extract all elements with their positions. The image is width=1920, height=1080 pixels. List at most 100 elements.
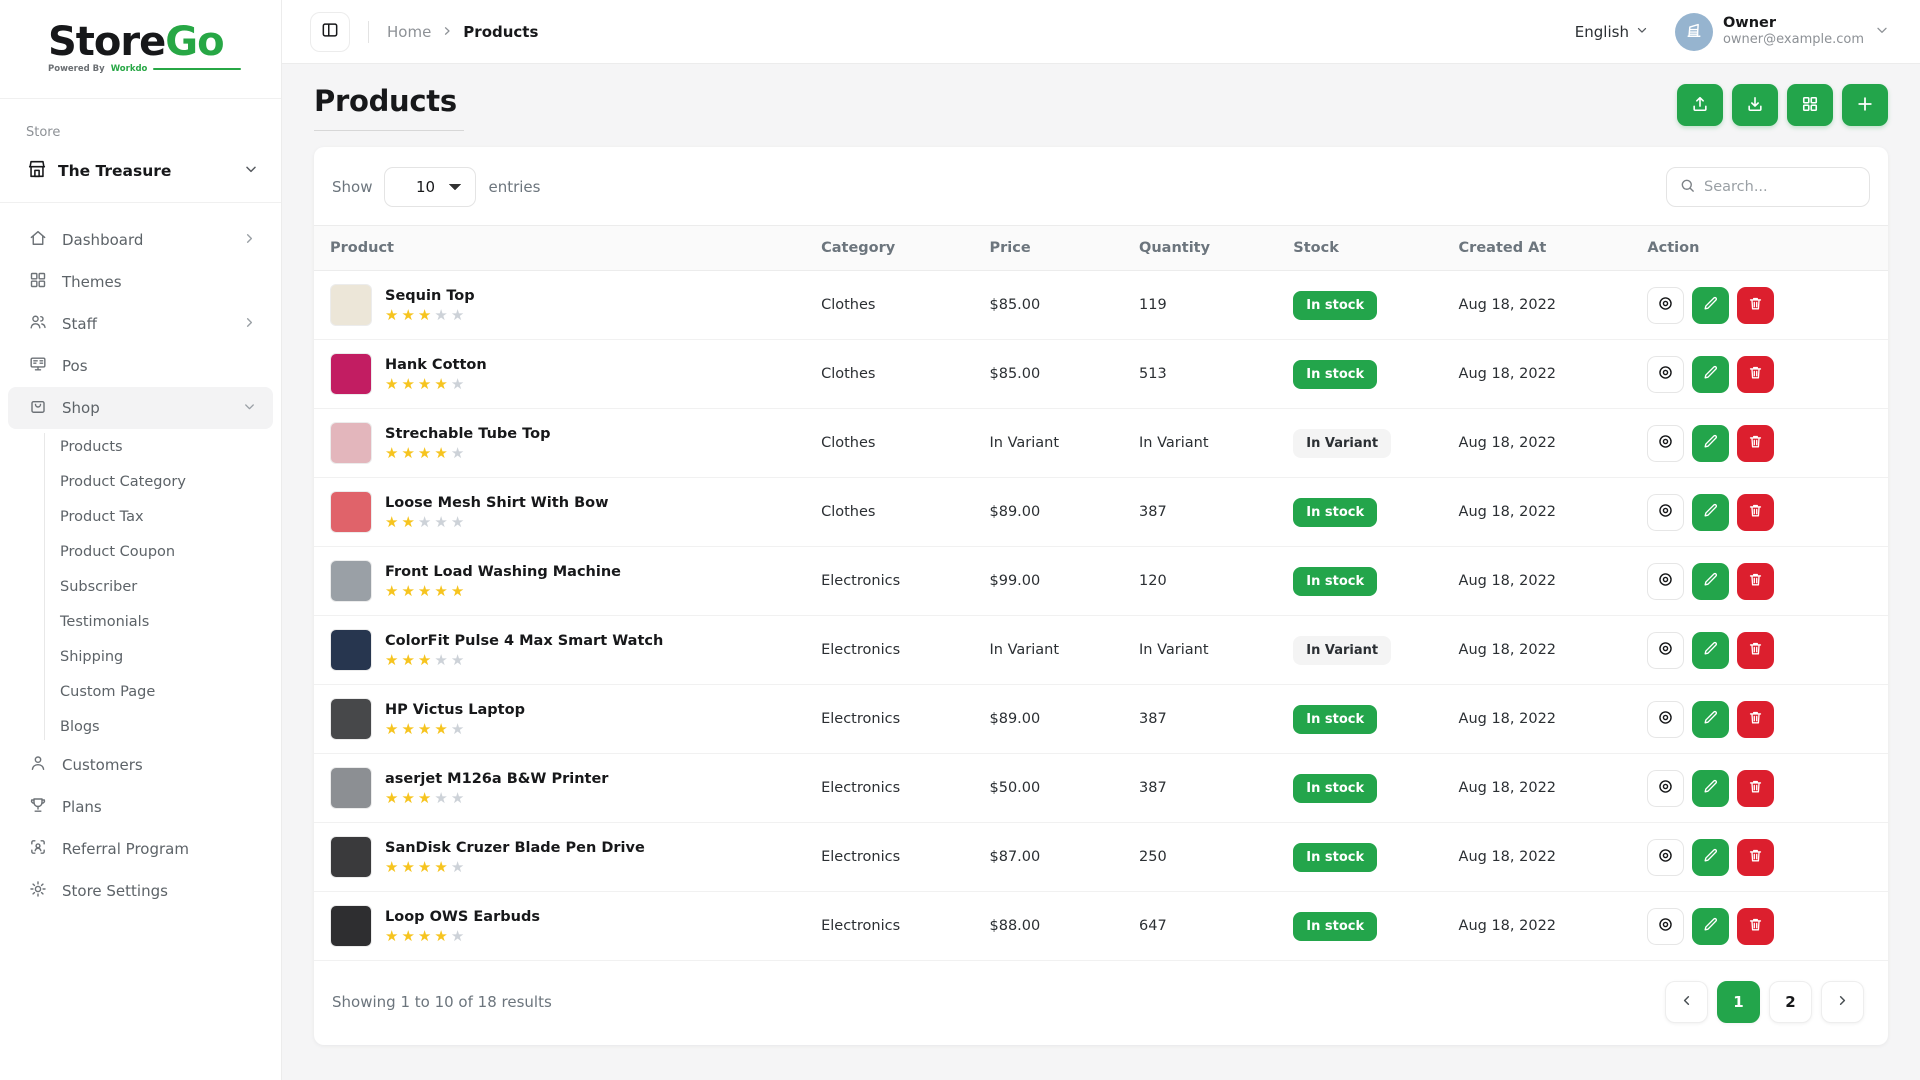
view-eye-icon <box>1656 570 1675 592</box>
store-switcher[interactable]: The Treasure <box>0 150 281 203</box>
sidebar-item-referral-program[interactable]: Referral Program <box>8 828 273 870</box>
sidebar-subitem-shipping[interactable]: Shipping <box>60 639 273 674</box>
sidebar-item-store-settings[interactable]: Store Settings <box>8 870 273 912</box>
delete-trash-icon <box>1747 502 1764 522</box>
sidebar-item-plans[interactable]: Plans <box>8 786 273 828</box>
view-button[interactable] <box>1647 908 1684 945</box>
export-button[interactable] <box>1732 84 1778 126</box>
sidebar-item-staff[interactable]: Staff <box>8 303 273 345</box>
edit-button[interactable] <box>1692 563 1729 600</box>
edit-button[interactable] <box>1692 908 1729 945</box>
product-price: $89.00 <box>974 685 1124 754</box>
edit-button[interactable] <box>1692 632 1729 669</box>
delete-button[interactable] <box>1737 425 1774 462</box>
product-quantity: In Variant <box>1123 616 1277 685</box>
delete-button[interactable] <box>1737 632 1774 669</box>
edit-button[interactable] <box>1692 425 1729 462</box>
chevron-down-icon <box>243 161 259 181</box>
delete-button[interactable] <box>1737 908 1774 945</box>
sidebar-subitem-testimonials[interactable]: Testimonials <box>60 604 273 639</box>
view-button[interactable] <box>1647 701 1684 738</box>
view-button[interactable] <box>1647 356 1684 393</box>
delete-button[interactable] <box>1737 701 1774 738</box>
sidebar-item-pos[interactable]: Pos <box>8 345 273 387</box>
pagination-next-button[interactable] <box>1821 981 1864 1023</box>
sidebar-item-label: Dashboard <box>62 231 228 249</box>
products-table: ProductCategoryPriceQuantityStockCreated… <box>314 225 1888 961</box>
view-button[interactable] <box>1647 632 1684 669</box>
sidebar-toggle-button[interactable] <box>310 12 350 52</box>
delete-button[interactable] <box>1737 494 1774 531</box>
product-thumbnail <box>330 491 372 533</box>
store-section-label: Store <box>0 98 281 150</box>
sidebar-subitem-product-coupon[interactable]: Product Coupon <box>60 534 273 569</box>
product-quantity: 513 <box>1123 340 1277 409</box>
sidebar-subitem-subscriber[interactable]: Subscriber <box>60 569 273 604</box>
sidebar-subitem-blogs[interactable]: Blogs <box>60 709 273 744</box>
sidebar-subitem-products[interactable]: Products <box>60 429 273 464</box>
product-name: Hank Cotton <box>385 357 487 373</box>
edit-pencil-icon <box>1702 295 1719 315</box>
topbar: Home Products English Owner <box>282 0 1920 64</box>
product-price: $87.00 <box>974 823 1124 892</box>
language-selector[interactable]: English <box>1575 23 1649 41</box>
delete-button[interactable] <box>1737 563 1774 600</box>
product-price: $85.00 <box>974 271 1124 340</box>
sidebar-item-customers[interactable]: Customers <box>8 744 273 786</box>
view-button[interactable] <box>1647 563 1684 600</box>
brand-logo[interactable]: StoreGo Powered ByWorkdo <box>0 0 281 84</box>
product-created-at: Aug 18, 2022 <box>1443 823 1632 892</box>
edit-button[interactable] <box>1692 356 1729 393</box>
view-button[interactable] <box>1647 494 1684 531</box>
sidebar-subitem-custom-page[interactable]: Custom Page <box>60 674 273 709</box>
breadcrumb-home[interactable]: Home <box>387 23 431 41</box>
view-button[interactable] <box>1647 287 1684 324</box>
product-price: $99.00 <box>974 547 1124 616</box>
search-input[interactable] <box>1704 179 1857 195</box>
sidebar-subitem-product-tax[interactable]: Product Tax <box>60 499 273 534</box>
chevron-right-icon <box>242 231 257 250</box>
edit-button[interactable] <box>1692 287 1729 324</box>
sidebar-item-dashboard[interactable]: Dashboard <box>8 219 273 261</box>
view-button[interactable] <box>1647 425 1684 462</box>
entries-select[interactable]: 10 <box>384 167 476 207</box>
edit-button[interactable] <box>1692 701 1729 738</box>
plans-trophy-icon <box>28 795 48 819</box>
products-card: Show 10 entries ProductCategoryPriceQuan… <box>314 147 1888 1045</box>
stock-badge: In stock <box>1293 498 1377 527</box>
product-thumbnail <box>330 560 372 602</box>
view-button[interactable] <box>1647 839 1684 876</box>
chevron-right-icon <box>1835 993 1850 1012</box>
table-row: SanDisk Cruzer Blade Pen Drive ★★★★★ Ele… <box>314 823 1888 892</box>
topbar-divider <box>368 21 369 43</box>
user-menu[interactable]: Owner owner@example.com <box>1675 13 1890 51</box>
rating-stars: ★★★★★ <box>385 791 608 806</box>
pagination-page-2[interactable]: 2 <box>1769 981 1812 1023</box>
edit-button[interactable] <box>1692 494 1729 531</box>
delete-button[interactable] <box>1737 356 1774 393</box>
delete-button[interactable] <box>1737 770 1774 807</box>
sidebar-subitem-product-category[interactable]: Product Category <box>60 464 273 499</box>
import-button[interactable] <box>1677 84 1723 126</box>
pagination-page-1[interactable]: 1 <box>1717 981 1760 1023</box>
table-row: Sequin Top ★★★★★ Clothes $85.00 119 In s… <box>314 271 1888 340</box>
view-button[interactable] <box>1647 770 1684 807</box>
delete-button[interactable] <box>1737 287 1774 324</box>
pos-terminal-icon <box>28 354 48 378</box>
delete-button[interactable] <box>1737 839 1774 876</box>
pagination-prev-button[interactable] <box>1665 981 1708 1023</box>
product-thumbnail <box>330 905 372 947</box>
edit-button[interactable] <box>1692 770 1729 807</box>
delete-trash-icon <box>1747 778 1764 798</box>
add-product-button[interactable] <box>1842 84 1888 126</box>
stock-badge: In Variant <box>1293 636 1391 665</box>
view-eye-icon <box>1656 639 1675 661</box>
grid-view-button[interactable] <box>1787 84 1833 126</box>
sidebar-item-shop[interactable]: Shop <box>8 387 273 429</box>
product-name: ColorFit Pulse 4 Max Smart Watch <box>385 633 663 649</box>
sidebar-item-themes[interactable]: Themes <box>8 261 273 303</box>
edit-button[interactable] <box>1692 839 1729 876</box>
product-created-at: Aug 18, 2022 <box>1443 478 1632 547</box>
column-header-product: Product <box>314 226 805 271</box>
product-created-at: Aug 18, 2022 <box>1443 547 1632 616</box>
